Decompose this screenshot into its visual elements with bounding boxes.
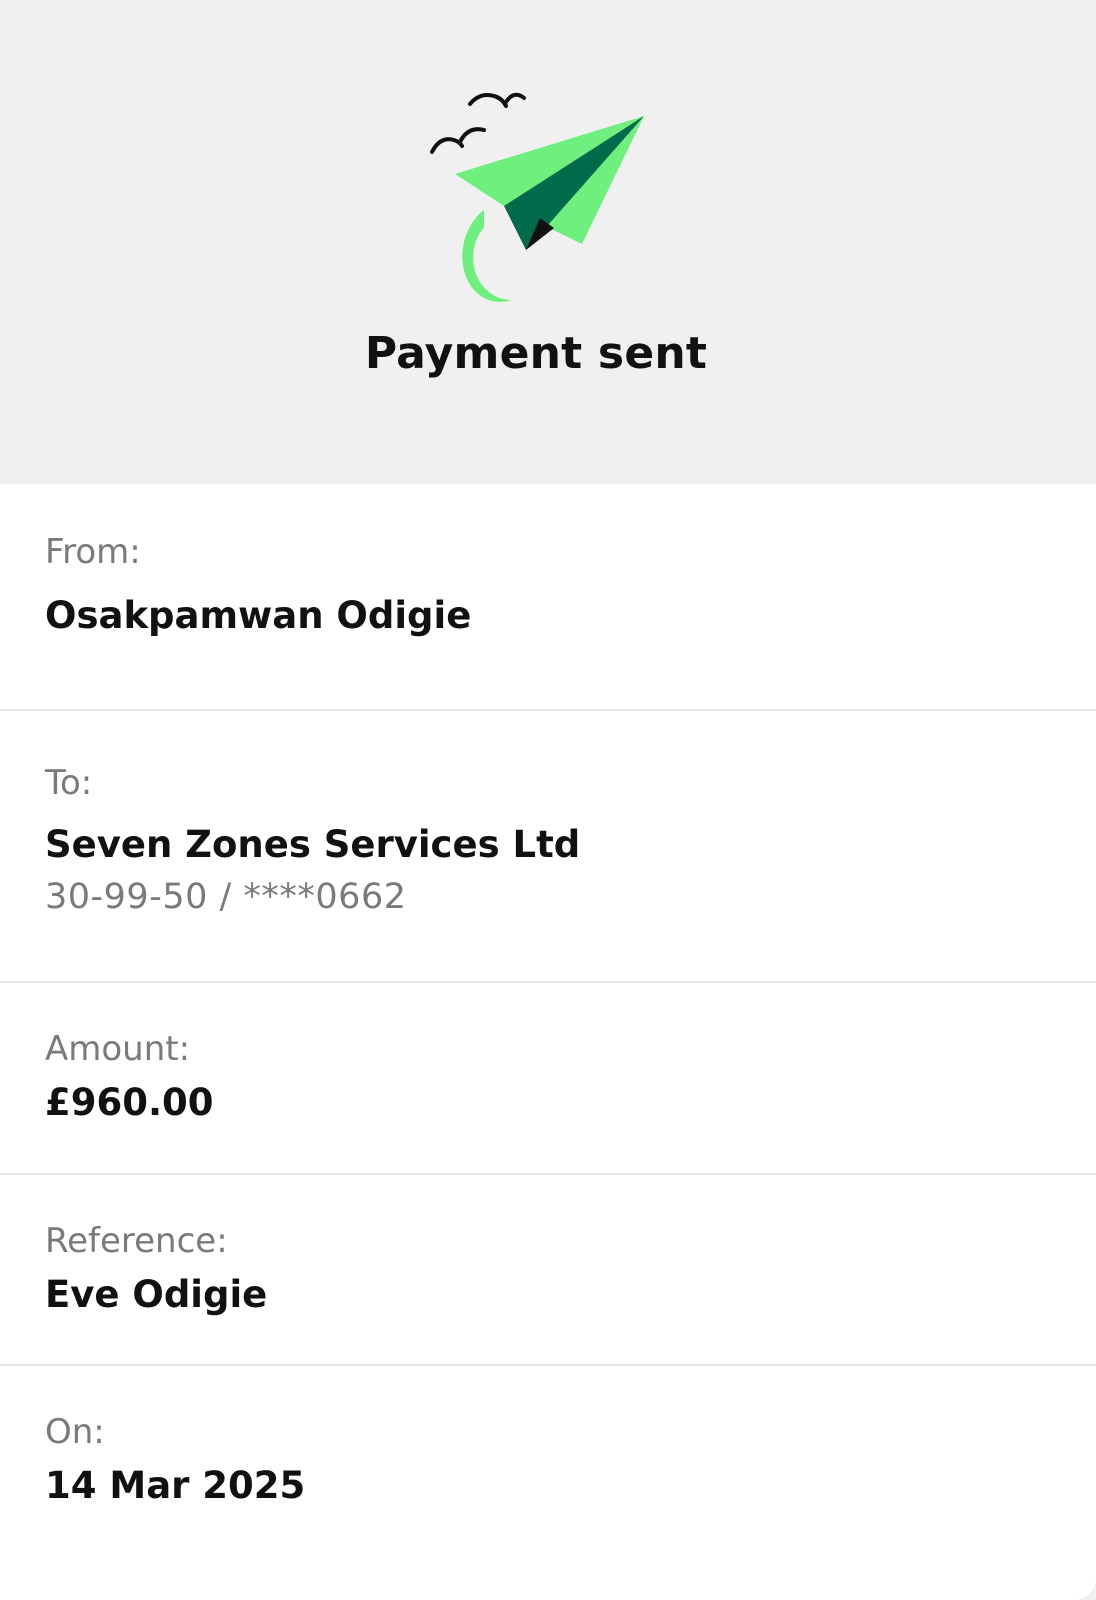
from-value: Osakpamwan Odigie [45,594,472,637]
from-label: From: [45,532,141,572]
reference-value: Eve Odigie [45,1273,268,1316]
header-banner: Payment sent [0,0,1096,484]
to-label: To: [45,763,93,803]
date-value: 14 Mar 2025 [45,1464,306,1507]
to-value: Seven Zones Services Ltd [45,823,581,866]
reference-row: Reference: Eve Odigie [0,1175,1096,1366]
amount-label: Amount: [45,1029,191,1069]
date-label: On: [45,1412,105,1452]
to-row: To: Seven Zones Services Ltd 30-99-50 / … [0,711,1096,983]
paper-plane-with-birds-icon [430,92,644,302]
account-number: 30-99-50 / ****0662 [45,877,407,917]
page-title: Payment sent [364,328,708,379]
payment-details-card: From: Osakpamwan Odigie To: Seven Zones … [0,484,1096,1600]
payment-receipt-screen: Payment sent From: Osakpamwan Odigie To:… [0,0,1096,1600]
reference-label: Reference: [45,1221,228,1261]
date-row: On: 14 Mar 2025 [0,1366,1096,1600]
from-row: From: Osakpamwan Odigie [0,484,1096,711]
amount-value: £960.00 [45,1081,214,1124]
amount-row: Amount: £960.00 [0,983,1096,1175]
